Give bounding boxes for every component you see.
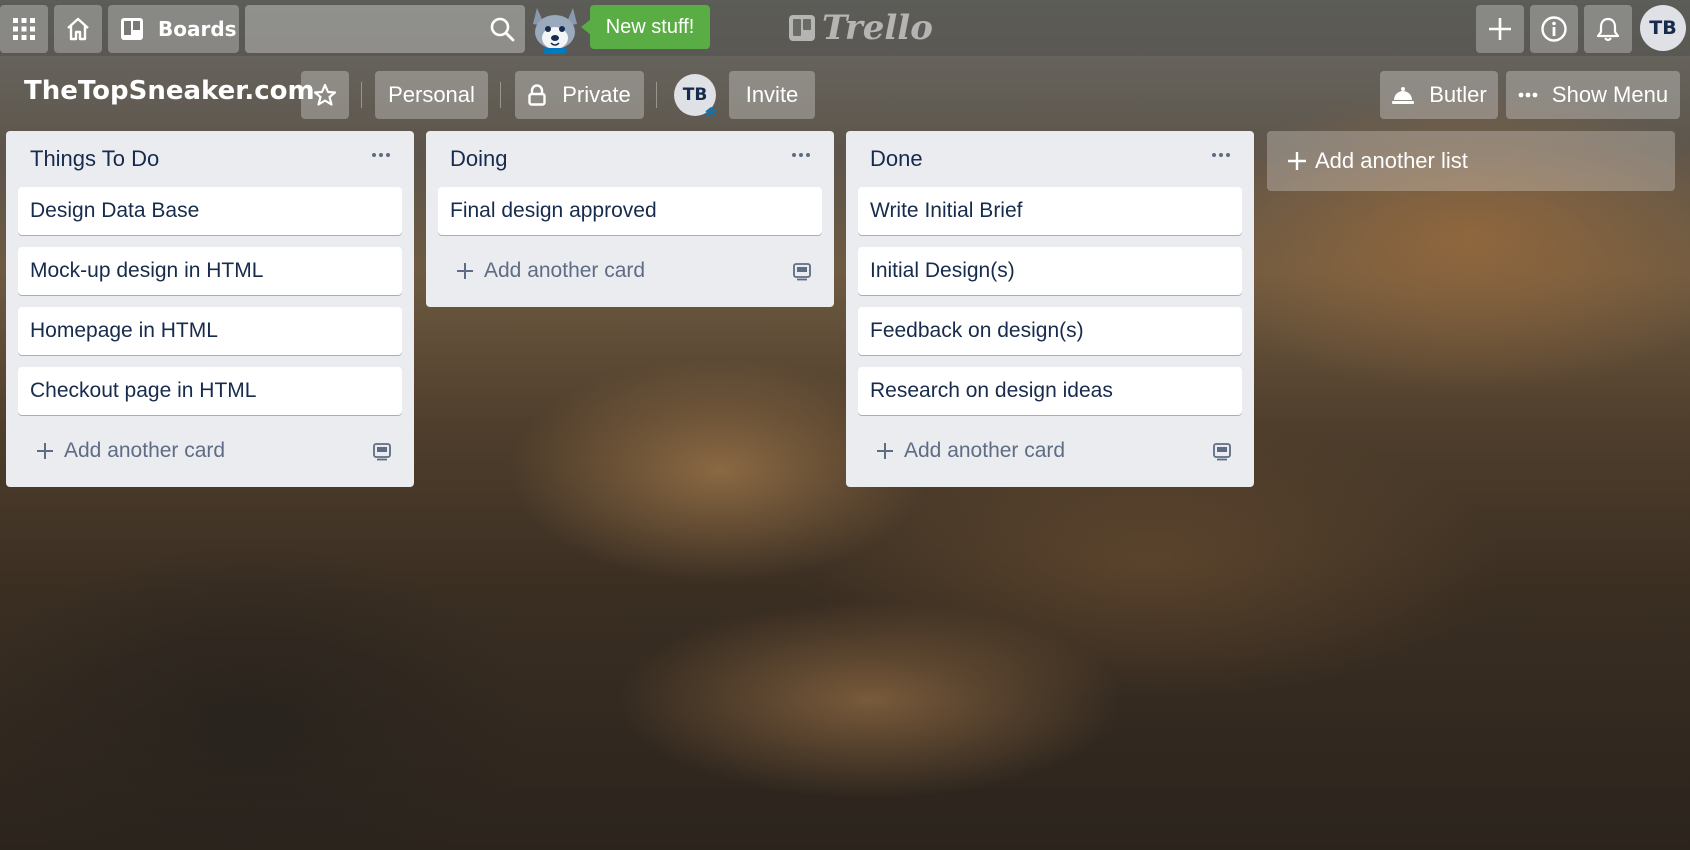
header-divider bbox=[500, 82, 501, 108]
create-button[interactable] bbox=[1476, 5, 1524, 53]
card[interactable]: Feedback on design(s) bbox=[858, 307, 1242, 355]
list-things-to-do: Things To Do Design Data Base Mock-up de… bbox=[6, 131, 414, 487]
list-menu-button[interactable] bbox=[366, 143, 396, 167]
husky-mascot-icon[interactable] bbox=[525, 2, 585, 56]
add-list-button[interactable]: Add another list bbox=[1267, 131, 1675, 191]
plus-icon bbox=[1288, 152, 1306, 170]
board-title[interactable]: TheTopSneaker.com bbox=[24, 76, 315, 106]
card[interactable]: Checkout page in HTML bbox=[18, 367, 402, 415]
show-menu-button[interactable]: Show Menu bbox=[1506, 71, 1680, 119]
card[interactable]: Initial Design(s) bbox=[858, 247, 1242, 295]
user-avatar[interactable]: TB bbox=[1640, 5, 1686, 51]
list-title[interactable]: Doing bbox=[450, 146, 507, 172]
more-horizontal-icon bbox=[792, 153, 810, 157]
boards-label: Boards bbox=[158, 17, 237, 41]
more-horizontal-icon bbox=[372, 153, 390, 157]
list-header[interactable]: Things To Do bbox=[6, 131, 414, 187]
list-doing: Doing Final design approved Add another … bbox=[426, 131, 834, 307]
list-header[interactable]: Done bbox=[846, 131, 1254, 187]
add-card-label: Add another card bbox=[484, 259, 646, 282]
trello-logo-text: Trello bbox=[822, 8, 933, 48]
search-icon[interactable] bbox=[489, 16, 515, 42]
visibility-label: Private bbox=[562, 82, 631, 107]
board-member-initials: TB bbox=[682, 85, 708, 105]
list-menu-button[interactable] bbox=[786, 143, 816, 167]
list-title[interactable]: Things To Do bbox=[30, 146, 159, 172]
show-menu-label: Show Menu bbox=[1551, 82, 1669, 107]
add-card-button[interactable]: Add another card bbox=[438, 247, 822, 295]
star-icon bbox=[313, 83, 337, 106]
plus-icon bbox=[457, 263, 473, 279]
notifications-button[interactable] bbox=[1584, 5, 1632, 53]
plus-icon bbox=[37, 443, 53, 459]
trello-logo[interactable]: Trello bbox=[788, 8, 933, 48]
list-menu-button[interactable] bbox=[1206, 143, 1236, 167]
card-template-icon[interactable] bbox=[372, 441, 392, 461]
trello-logo-icon bbox=[789, 15, 815, 41]
invite-button[interactable]: Invite bbox=[729, 71, 815, 119]
card[interactable]: Research on design ideas bbox=[858, 367, 1242, 415]
butler-button[interactable]: Butler bbox=[1380, 71, 1498, 119]
add-card-label: Add another card bbox=[904, 439, 1066, 462]
board-member-avatar[interactable]: TB bbox=[674, 74, 717, 117]
card[interactable]: Design Data Base bbox=[18, 187, 402, 235]
list-title[interactable]: Done bbox=[870, 146, 923, 172]
search-box[interactable] bbox=[245, 5, 525, 53]
card[interactable]: Write Initial Brief bbox=[858, 187, 1242, 235]
butler-label: Butler bbox=[1429, 82, 1487, 107]
add-card-button[interactable]: Add another card bbox=[18, 427, 402, 475]
home-icon bbox=[67, 17, 89, 41]
header-divider bbox=[361, 82, 362, 108]
grid-icon bbox=[13, 18, 35, 40]
plus-icon bbox=[1489, 18, 1511, 40]
card[interactable]: Homepage in HTML bbox=[18, 307, 402, 355]
apps-button[interactable] bbox=[0, 5, 48, 53]
search-input[interactable] bbox=[253, 13, 473, 45]
add-card-button[interactable]: Add another card bbox=[858, 427, 1242, 475]
plus-icon bbox=[877, 443, 893, 459]
list-done: Done Write Initial Brief Initial Design(… bbox=[846, 131, 1254, 487]
admin-chevron-icon bbox=[705, 106, 717, 117]
new-stuff-button[interactable]: New stuff! bbox=[581, 5, 710, 49]
more-horizontal-icon bbox=[1518, 92, 1538, 98]
add-card-label: Add another card bbox=[64, 439, 226, 462]
star-board-button[interactable] bbox=[301, 71, 349, 119]
lock-icon bbox=[528, 84, 546, 106]
card-template-icon[interactable] bbox=[1212, 441, 1232, 461]
top-header: Boards New stuff! Trello TB bbox=[0, 0, 1690, 56]
info-button[interactable] bbox=[1530, 5, 1578, 53]
boards-button[interactable]: Boards bbox=[108, 5, 239, 53]
board-icon bbox=[121, 18, 143, 40]
card-template-icon[interactable] bbox=[792, 261, 812, 281]
home-button[interactable] bbox=[54, 5, 102, 53]
info-icon bbox=[1541, 16, 1567, 42]
more-horizontal-icon bbox=[1212, 153, 1230, 157]
personal-team-button[interactable]: Personal bbox=[375, 71, 488, 119]
card[interactable]: Final design approved bbox=[438, 187, 822, 235]
butler-bell-icon bbox=[1392, 87, 1415, 104]
list-header[interactable]: Doing bbox=[426, 131, 834, 187]
bell-icon bbox=[1596, 17, 1620, 42]
visibility-button[interactable]: Private bbox=[515, 71, 644, 119]
header-divider bbox=[656, 82, 657, 108]
add-list-label: Add another list bbox=[1315, 148, 1468, 173]
card[interactable]: Mock-up design in HTML bbox=[18, 247, 402, 295]
